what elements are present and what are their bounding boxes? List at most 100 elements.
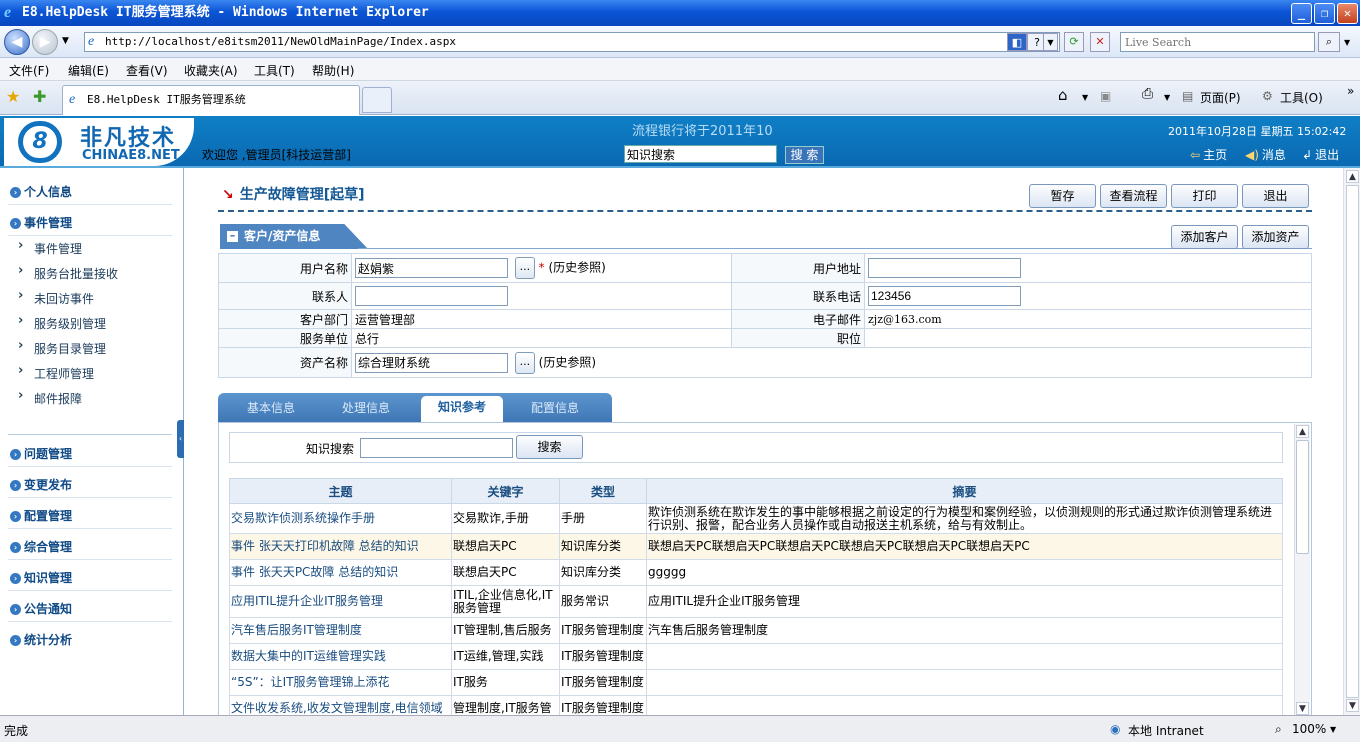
zoom-level[interactable]: 100% bbox=[1292, 722, 1326, 736]
knowledge-scrollbar[interactable]: ▲ ▼ bbox=[1294, 424, 1310, 715]
table-row[interactable]: “5S”：让IT服务管理锦上添花 IT服务 IT服务管理制度 bbox=[229, 669, 1283, 696]
table-row[interactable]: 事件 张天天PC故障 总结的知识 联想启天PC 知识库分类 ggggg bbox=[229, 559, 1283, 586]
phone-input[interactable] bbox=[868, 286, 1021, 306]
view-flow-button[interactable]: 查看流程 bbox=[1100, 184, 1167, 208]
knowledge-search-submit[interactable]: 搜索 bbox=[516, 435, 583, 459]
tab-processing-info[interactable]: 处理信息 bbox=[342, 399, 390, 416]
sidebar-item-service-catalog[interactable]: 服务目录管理 bbox=[18, 338, 106, 357]
knowledge-search-input[interactable] bbox=[624, 145, 777, 163]
sidebar-section-change[interactable]: › 变更发布 bbox=[10, 476, 72, 493]
collapse-minus-icon[interactable]: – bbox=[227, 230, 238, 242]
forward-button[interactable]: ▶ bbox=[32, 29, 58, 55]
sidebar-item-mail-report[interactable]: 邮件报障 bbox=[18, 388, 82, 407]
asset-lookup-button[interactable]: ... bbox=[514, 351, 535, 374]
back-button[interactable]: ◀ bbox=[4, 29, 30, 55]
menu-file[interactable]: 文件(F) bbox=[9, 62, 49, 79]
section-header-customer[interactable]: – 客户/资产信息 bbox=[220, 224, 368, 249]
history-dropdown-icon[interactable]: ▼ bbox=[62, 36, 69, 46]
menu-help[interactable]: 帮助(H) bbox=[312, 62, 354, 79]
page-scrollbar[interactable]: ▲ ▼ bbox=[1343, 168, 1360, 715]
sidebar-section-knowledge[interactable]: › 知识管理 bbox=[10, 569, 72, 586]
tab-basic-info[interactable]: 基本信息 bbox=[247, 399, 295, 416]
knowledge-search-field[interactable] bbox=[360, 438, 513, 458]
sidebar-section-problems[interactable]: › 问题管理 bbox=[10, 445, 72, 462]
add-favorites-icon[interactable]: ✚ bbox=[33, 87, 46, 106]
security-zone[interactable]: 本地 Intranet bbox=[1128, 722, 1204, 739]
row-topic-link[interactable]: “5S”：让IT服务管理锦上添花 bbox=[229, 669, 452, 696]
url-input[interactable]: e http://localhost/e8itsm2011/NewOldMain… bbox=[84, 32, 1060, 52]
asset-name-input[interactable] bbox=[355, 352, 508, 373]
sidebar-section-personal[interactable]: › 个人信息 bbox=[10, 183, 72, 200]
browser-tab-active[interactable]: e E8.HelpDesk IT服务管理系统 bbox=[62, 85, 360, 115]
live-search-input[interactable] bbox=[1120, 32, 1315, 52]
row-topic-link[interactable]: 数据大集中的IT运维管理实践 bbox=[229, 643, 452, 670]
inner-scroll-up-icon[interactable]: ▲ bbox=[1296, 425, 1309, 438]
zoom-dropdown-icon[interactable]: ▼ bbox=[1330, 725, 1336, 734]
user-name-input[interactable] bbox=[355, 258, 508, 278]
print-dropdown-icon[interactable]: ▼ bbox=[1164, 93, 1170, 102]
search-options-icon[interactable]: ▼ bbox=[1344, 38, 1350, 47]
restore-button[interactable]: ❐ bbox=[1314, 3, 1335, 24]
save-draft-button[interactable]: 暂存 bbox=[1029, 184, 1096, 208]
table-row[interactable]: 数据大集中的IT运维管理实践 IT运维,管理,实践 IT服务管理制度 bbox=[229, 643, 1283, 670]
sidebar-section-config[interactable]: › 配置管理 bbox=[10, 507, 72, 524]
contact-input[interactable] bbox=[355, 286, 508, 306]
user-lookup-button[interactable]: ... bbox=[514, 257, 535, 279]
tab-knowledge-reference[interactable]: 知识参考 bbox=[421, 396, 503, 422]
inner-scroll-down-icon[interactable]: ▼ bbox=[1296, 702, 1309, 715]
messages-link[interactable]: ◀) 消息 bbox=[1245, 146, 1286, 163]
table-row[interactable]: 汽车售后服务IT管理制度 IT管理制,售后服务 IT服务管理制度 汽车售后服务管… bbox=[229, 617, 1283, 644]
row-topic-link[interactable]: 事件 张天天PC故障 总结的知识 bbox=[229, 559, 452, 586]
sidebar-item-event-management[interactable]: 事件管理 bbox=[18, 238, 82, 257]
stop-icon[interactable]: ✕ bbox=[1090, 32, 1110, 52]
menu-favorites[interactable]: 收藏夹(A) bbox=[184, 62, 238, 79]
sidebar-section-general[interactable]: › 综合管理 bbox=[10, 538, 72, 555]
print-button[interactable]: 打印 bbox=[1171, 184, 1238, 208]
table-row[interactable]: 事件 张天天打印机故障 总结的知识 联想启天PC 知识库分类 联想启天PC联想启… bbox=[229, 533, 1283, 560]
minimize-button[interactable]: _ bbox=[1291, 3, 1312, 24]
scroll-down-icon[interactable]: ▼ bbox=[1346, 699, 1359, 712]
sidebar-section-notices[interactable]: › 公告通知 bbox=[10, 600, 72, 617]
sidebar-item-service-level[interactable]: 服务级别管理 bbox=[18, 313, 106, 332]
row-topic-link[interactable]: 交易欺诈侦测系统操作手册 bbox=[229, 503, 452, 534]
home-link[interactable]: ⇦ 主页 bbox=[1190, 146, 1227, 163]
print-icon[interactable]: ⎙ bbox=[1142, 86, 1153, 102]
exit-button[interactable]: 退出 bbox=[1242, 184, 1309, 208]
sidebar-collapse-handle[interactable]: ‹ bbox=[177, 420, 184, 458]
sidebar-item-engineers[interactable]: 工程师管理 bbox=[18, 363, 94, 382]
compat-view-icon[interactable]: ◧ bbox=[1007, 33, 1027, 51]
tools-menu[interactable]: 工具(O) bbox=[1280, 89, 1323, 106]
user-address-input[interactable] bbox=[868, 258, 1021, 278]
page-menu[interactable]: 页面(P) bbox=[1200, 89, 1241, 106]
asset-history-link[interactable]: (历史参照) bbox=[539, 355, 596, 369]
sidebar-item-batch-receive[interactable]: 服务台批量接收 bbox=[18, 263, 118, 282]
search-icon[interactable]: ⌕ bbox=[1318, 32, 1340, 52]
chevron-right-icon[interactable]: » bbox=[1347, 84, 1354, 98]
sidebar-item-unvisited-events[interactable]: 未回访事件 bbox=[18, 288, 94, 307]
row-topic-link[interactable]: 汽车售后服务IT管理制度 bbox=[229, 617, 452, 644]
refresh-icon[interactable]: ⟳ bbox=[1064, 32, 1084, 52]
feeds-icon[interactable]: ▣ bbox=[1100, 89, 1111, 103]
scroll-thumb[interactable] bbox=[1346, 185, 1359, 698]
menu-edit[interactable]: 编辑(E) bbox=[68, 62, 109, 79]
close-window-button[interactable]: ✕ bbox=[1337, 3, 1358, 24]
menu-tools[interactable]: 工具(T) bbox=[254, 62, 295, 79]
table-row[interactable]: 交易欺诈侦测系统操作手册 交易欺诈,手册 手册 欺诈侦测系统在欺诈发生的事中能够… bbox=[229, 503, 1283, 534]
scroll-up-icon[interactable]: ▲ bbox=[1346, 170, 1359, 183]
user-history-link[interactable]: (历史参照) bbox=[548, 261, 605, 275]
knowledge-search-button[interactable]: 搜 索 bbox=[785, 146, 824, 164]
logout-link[interactable]: ↲ 退出 bbox=[1302, 146, 1339, 163]
inner-scroll-thumb[interactable] bbox=[1296, 440, 1309, 554]
home-icon[interactable]: ⌂ bbox=[1058, 86, 1068, 104]
table-row[interactable]: 应用ITIL提升企业IT服务管理 ITIL,企业信息化,IT服务管理 服务常识 … bbox=[229, 585, 1283, 618]
row-topic-link[interactable]: 应用ITIL提升企业IT服务管理 bbox=[229, 585, 452, 618]
sidebar-section-events[interactable]: › 事件管理 bbox=[10, 214, 72, 231]
menu-view[interactable]: 查看(V) bbox=[126, 62, 168, 79]
url-dropdown-icon[interactable]: ▼ bbox=[1043, 33, 1058, 51]
sidebar-section-statistics[interactable]: › 统计分析 bbox=[10, 631, 72, 648]
tab-config-info[interactable]: 配置信息 bbox=[531, 399, 579, 416]
favorites-star-icon[interactable]: ★ bbox=[6, 87, 20, 106]
row-topic-link[interactable]: 事件 张天天打印机故障 总结的知识 bbox=[229, 533, 452, 560]
new-tab-button[interactable] bbox=[362, 87, 392, 113]
add-customer-button[interactable]: 添加客户 bbox=[1171, 225, 1238, 249]
